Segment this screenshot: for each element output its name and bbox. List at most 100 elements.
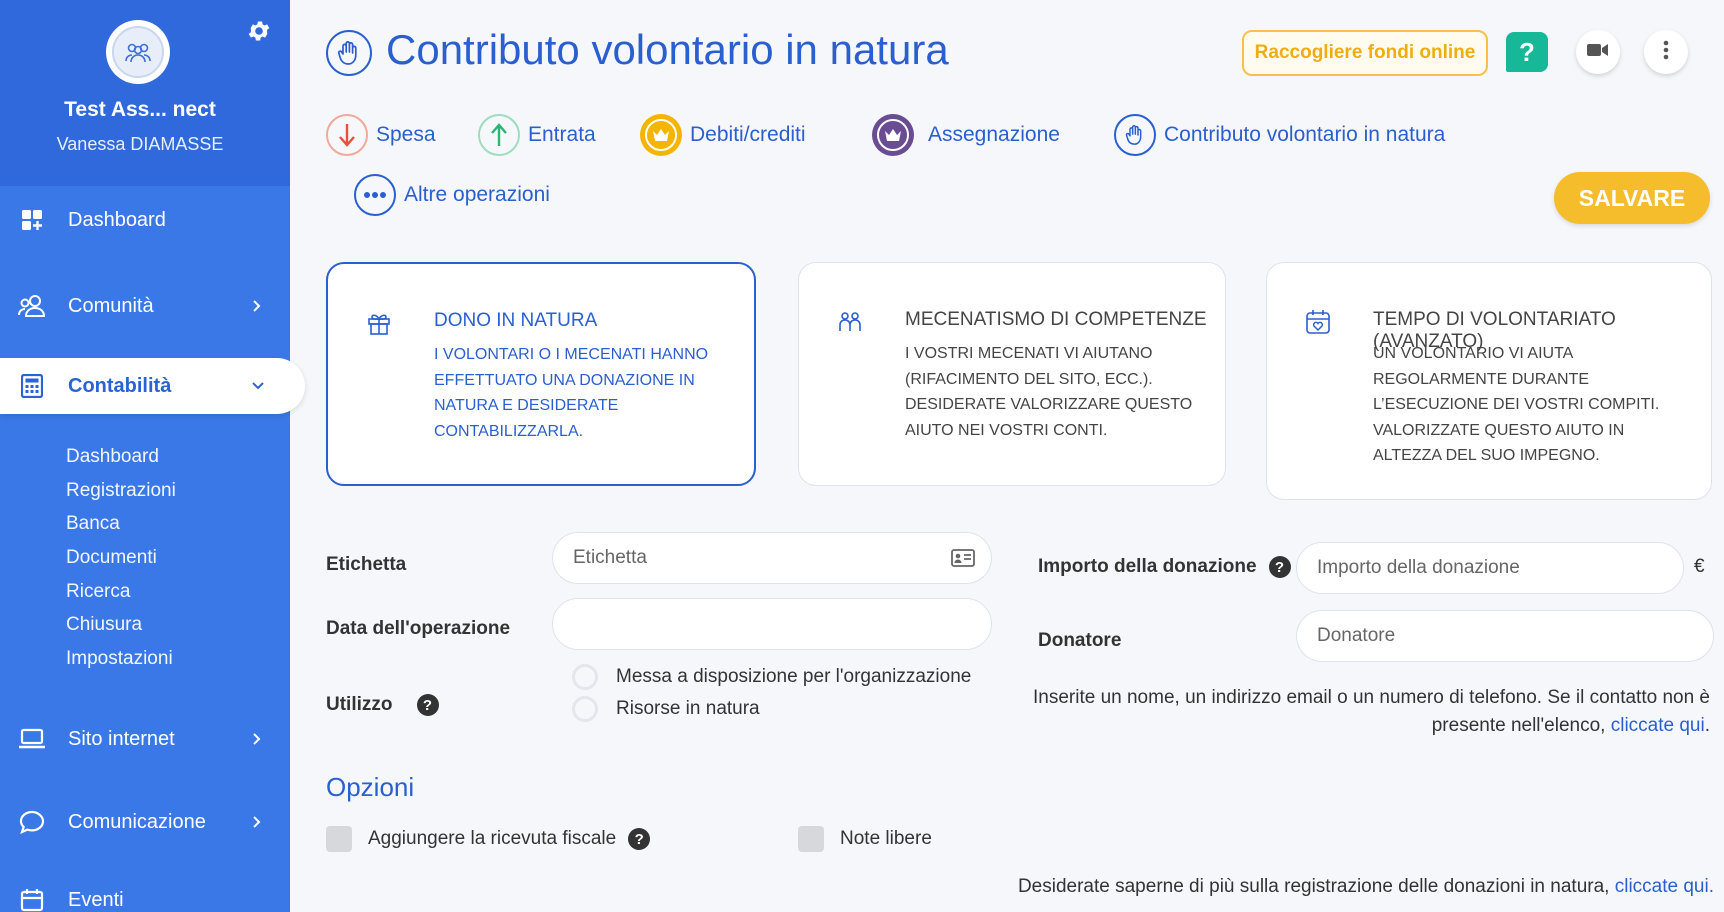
- people-icon: [837, 309, 863, 335]
- sidebar-item-label: Eventi: [68, 888, 124, 911]
- op-label: Debiti/crediti: [690, 123, 806, 146]
- card-mecenatismo[interactable]: MECENATISMO DI COMPETENZE I VOSTRI MECEN…: [798, 262, 1226, 486]
- arrow-up-icon: [478, 114, 520, 156]
- footer-help: Desiderate saperne di più sulla registra…: [890, 876, 1714, 898]
- etichetta-input[interactable]: Etichetta: [552, 532, 992, 584]
- more-dots-icon: [354, 174, 396, 216]
- card-description: I VOLONTARI O I MECENATI HANNO EFFETTUAT…: [434, 346, 709, 440]
- sidebar-item-label: Contabilità: [68, 374, 172, 397]
- calculator-icon: [18, 372, 46, 400]
- card-description: I VOSTRI MECENATI VI AIUTANO (RIFACIMENT…: [905, 345, 1193, 439]
- submenu-ricerca[interactable]: Ricerca: [66, 581, 130, 603]
- card-description: UN VOLONTARIO VI AIUTA REGOLARMENTE DURA…: [1373, 345, 1660, 464]
- laptop-icon: [18, 725, 46, 753]
- op-label: Altre operazioni: [404, 183, 550, 206]
- sidebar-item-label: Sito internet: [68, 727, 175, 750]
- etichetta-label: Etichetta: [326, 554, 407, 575]
- importo-placeholder: Importo della donazione: [1317, 557, 1520, 578]
- donatore-hint: Inserite un nome, un indirizzo email o u…: [1016, 684, 1710, 740]
- checkbox-ricevuta-fiscale[interactable]: Aggiungere la ricevuta fiscale ?: [326, 826, 651, 852]
- hint-period: .: [1704, 715, 1710, 736]
- sidebar-item-contabilita[interactable]: Contabilità: [0, 358, 305, 414]
- gift-icon: [366, 310, 392, 336]
- footer-text: Desiderate saperne di più sulla registra…: [1017, 876, 1610, 897]
- sidebar-item-label: Comunicazione: [68, 810, 206, 833]
- op-altre-operazioni[interactable]: Altre operazioni: [354, 174, 550, 216]
- checkbox-note-libere[interactable]: Note libere: [798, 826, 932, 852]
- video-button[interactable]: [1576, 30, 1620, 74]
- op-label: Spesa: [376, 123, 436, 146]
- radio-label: Messa a disposizione per l'organizzazion…: [616, 666, 972, 687]
- importo-label-text: Importo della donazione: [1038, 556, 1257, 578]
- id-card-icon: [951, 549, 975, 573]
- dashboard-icon: [18, 206, 46, 234]
- submenu-dashboard[interactable]: Dashboard: [66, 446, 159, 468]
- video-camera-icon: [1587, 43, 1609, 62]
- vertical-dots-icon: [1663, 40, 1669, 65]
- card-tempo-volontariato[interactable]: TEMPO DI VOLONTARIATO (AVANZATO) UN VOLO…: [1266, 262, 1712, 500]
- hand-icon: [326, 30, 372, 76]
- page-title: Contributo volontario in natura: [386, 26, 949, 73]
- checkbox-label: Note libere: [840, 828, 932, 849]
- help-button[interactable]: ?: [1506, 32, 1548, 72]
- submenu-chiusura[interactable]: Chiusura: [66, 614, 142, 636]
- utilizzo-label: Utilizzo?: [326, 694, 439, 716]
- chat-icon: [18, 808, 46, 836]
- gear-icon[interactable]: [246, 18, 272, 44]
- op-contributo-natura[interactable]: Contributo volontario in natura: [1114, 114, 1445, 156]
- footer-link[interactable]: cliccate qui.: [1615, 876, 1714, 897]
- calendar-icon: [18, 886, 46, 912]
- sidebar-item-comunita[interactable]: Comunità: [0, 278, 290, 334]
- help-circle-icon[interactable]: ?: [1268, 556, 1291, 578]
- checkbox-box: [798, 826, 824, 852]
- checkbox-label: Aggiungere la ricevuta fiscale: [368, 828, 617, 849]
- data-operazione-label: Data dell'operazione: [326, 618, 511, 639]
- utilizzo-label-text: Utilizzo: [326, 694, 393, 716]
- crown-icon: [640, 114, 682, 156]
- chevron-right-icon: [250, 729, 264, 749]
- chevron-right-icon: [250, 296, 264, 316]
- sidebar-item-label: Comunità: [68, 294, 154, 317]
- sidebar-item-dashboard[interactable]: Dashboard: [0, 192, 290, 248]
- op-assegnazione[interactable]: Assegnazione: [872, 114, 1060, 156]
- submenu-registrazioni[interactable]: Registrazioni: [66, 480, 176, 502]
- op-entrata[interactable]: Entrata: [478, 114, 596, 156]
- op-label: Assegnazione: [928, 123, 1060, 146]
- sidebar-item-eventi[interactable]: Eventi: [0, 872, 290, 912]
- submenu-banca[interactable]: Banca: [66, 513, 120, 535]
- donatore-label: Donatore: [1038, 630, 1122, 651]
- save-button[interactable]: SALVARE: [1554, 172, 1710, 224]
- card-dono-in-natura[interactable]: DONO IN NATURA I VOLONTARI O I MECENATI …: [326, 262, 756, 486]
- submenu-impostazioni[interactable]: Impostazioni: [66, 648, 173, 670]
- hint-link[interactable]: cliccate qui: [1611, 715, 1705, 736]
- more-options-button[interactable]: [1644, 30, 1688, 74]
- organization-avatar[interactable]: [106, 20, 170, 84]
- importo-input[interactable]: Importo della donazione: [1296, 542, 1684, 594]
- op-spesa[interactable]: Spesa: [326, 114, 436, 156]
- radio-messa-disposizione[interactable]: Messa a disposizione per l'organizzazion…: [572, 664, 971, 690]
- raise-funds-button[interactable]: Raccogliere fondi online: [1242, 30, 1488, 76]
- crown-exchange-icon: [872, 114, 914, 156]
- op-label: Entrata: [528, 123, 596, 146]
- sidebar-item-comunicazione[interactable]: Comunicazione: [0, 794, 290, 850]
- help-circle-icon[interactable]: ?: [416, 694, 439, 716]
- radio-circle: [572, 696, 598, 722]
- hint-text: Inserite un nome, un indirizzo email o u…: [1032, 687, 1710, 736]
- card-title: DONO IN NATURA: [434, 310, 598, 331]
- op-debiti-crediti[interactable]: Debiti/crediti: [640, 114, 806, 156]
- radio-risorse-natura[interactable]: Risorse in natura: [572, 696, 760, 722]
- submenu-documenti[interactable]: Documenti: [66, 547, 157, 569]
- currency-symbol: €: [1694, 556, 1705, 577]
- importo-label: Importo della donazione?: [1038, 556, 1291, 578]
- help-circle-icon[interactable]: ?: [628, 828, 651, 850]
- sidebar-item-label: Dashboard: [68, 208, 166, 231]
- sidebar-item-sito-internet[interactable]: Sito internet: [0, 711, 290, 767]
- donatore-input[interactable]: Donatore: [1296, 610, 1714, 662]
- arrow-down-icon: [326, 114, 368, 156]
- donatore-placeholder: Donatore: [1317, 625, 1396, 646]
- checkbox-box: [326, 826, 352, 852]
- group-icon: [112, 26, 164, 78]
- main-content: Contributo volontario in natura Raccogli…: [290, 0, 1724, 912]
- sidebar: Test Ass... nect Vanessa DIAMASSE Dashbo…: [0, 0, 305, 912]
- data-operazione-input[interactable]: [552, 598, 992, 650]
